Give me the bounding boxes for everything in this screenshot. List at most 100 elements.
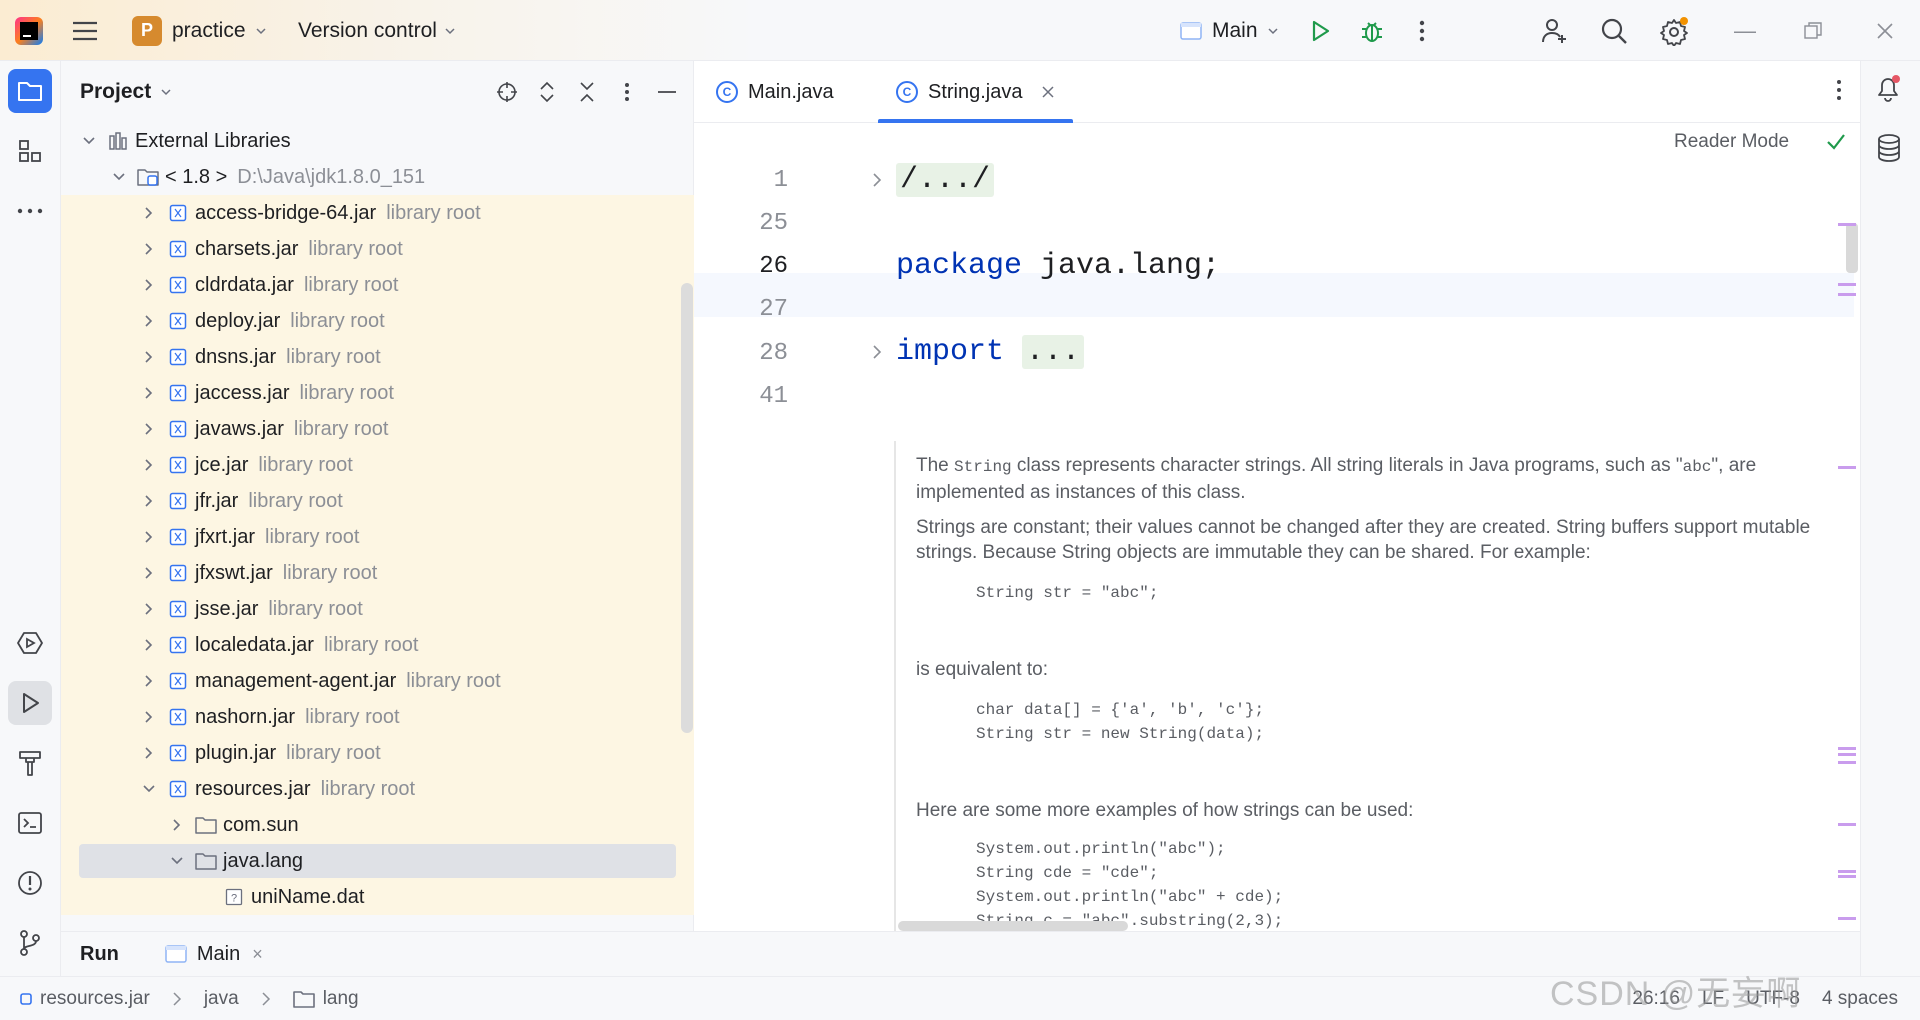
settings-button[interactable]: [1654, 0, 1694, 61]
run-button[interactable]: [1300, 0, 1340, 61]
project-selector[interactable]: P practice: [132, 0, 266, 61]
chevron-down-icon[interactable]: [79, 131, 99, 151]
stripe-mark[interactable]: [1838, 870, 1856, 873]
tree-node[interactable]: java.lang: [61, 843, 694, 879]
code-line-1[interactable]: /.../: [896, 163, 995, 197]
fold-expand-icon[interactable]: [870, 173, 884, 187]
run-configuration-selector[interactable]: Main: [1180, 0, 1278, 61]
tree-node[interactable]: ? uniName.dat: [61, 879, 694, 915]
run-tab-main[interactable]: Main: [165, 943, 240, 966]
tree-node[interactable]: External Libraries: [61, 123, 694, 159]
chevron-right-icon[interactable]: [139, 347, 159, 367]
chevron-down-icon[interactable]: [109, 167, 129, 187]
close-tab-icon[interactable]: [1041, 85, 1055, 99]
add-user-button[interactable]: [1535, 0, 1575, 61]
tree-node[interactable]: jfr.jar library root: [61, 483, 694, 519]
chevron-right-icon[interactable]: [139, 239, 159, 259]
notifications-button[interactable]: [1873, 73, 1903, 108]
main-menu-icon[interactable]: [72, 0, 102, 61]
fold-expand-icon[interactable]: [870, 345, 884, 359]
tree-node[interactable]: dnsns.jar library root: [61, 339, 694, 375]
folded-imports[interactable]: ...: [1022, 335, 1085, 369]
chevron-right-icon[interactable]: [139, 671, 159, 691]
stripe-mark[interactable]: [1838, 761, 1856, 764]
problems-tool-button[interactable]: [8, 861, 52, 905]
tree-node[interactable]: jfxswt.jar library root: [61, 555, 694, 591]
services-tool-button[interactable]: [8, 621, 52, 665]
tree-node[interactable]: < 1.8 > D:\Java\jdk1.8.0_151: [61, 159, 694, 195]
restore-button[interactable]: [1788, 0, 1838, 61]
folded-comment[interactable]: /.../: [896, 163, 995, 197]
version-control-menu[interactable]: Version control: [298, 0, 455, 61]
reader-mode-toggle[interactable]: Reader Mode: [1674, 131, 1789, 153]
vertical-scrollbar[interactable]: [1846, 223, 1858, 273]
close-run-tab-icon[interactable]: ×: [252, 944, 263, 965]
stripe-mark[interactable]: [1838, 875, 1856, 878]
chevron-right-icon[interactable]: [139, 599, 159, 619]
tree-node[interactable]: resources.jar library root: [61, 771, 694, 807]
search-button[interactable]: [1594, 0, 1634, 61]
tree-node[interactable]: jsse.jar library root: [61, 591, 694, 627]
chevron-right-icon[interactable]: [139, 383, 159, 403]
chevron-right-icon[interactable]: [139, 635, 159, 655]
chevron-right-icon[interactable]: [139, 527, 159, 547]
run-title[interactable]: Run: [80, 943, 119, 966]
tree-node[interactable]: jfxrt.jar library root: [61, 519, 694, 555]
stripe-mark[interactable]: [1838, 747, 1856, 750]
chevron-right-icon[interactable]: [139, 275, 159, 295]
code-line-28[interactable]: import ...: [896, 335, 1085, 369]
git-tool-button[interactable]: [8, 921, 52, 965]
tab-main-java[interactable]: C Main.java: [716, 61, 834, 123]
collapse-all-button[interactable]: [574, 79, 600, 105]
structure-tool-button[interactable]: [8, 129, 52, 173]
chevron-right-icon[interactable]: [139, 707, 159, 727]
stripe-mark[interactable]: [1838, 466, 1856, 469]
tree-node[interactable]: com.sun: [61, 807, 694, 843]
chevron-right-icon[interactable]: [139, 491, 159, 511]
more-actions-button[interactable]: [1402, 0, 1442, 61]
expand-all-button[interactable]: [534, 79, 560, 105]
chevron-right-icon[interactable]: [139, 311, 159, 331]
breadcrumb-item[interactable]: lang: [292, 988, 359, 1010]
debug-button[interactable]: [1352, 0, 1392, 61]
database-tool-button[interactable]: [1875, 133, 1903, 168]
breadcrumb-item[interactable]: java: [204, 988, 239, 1010]
indent-setting[interactable]: 4 spaces: [1822, 988, 1898, 1010]
stripe-mark[interactable]: [1838, 917, 1856, 920]
select-opened-file-button[interactable]: [494, 79, 520, 105]
chevron-right-icon[interactable]: [167, 815, 187, 835]
more-tools-button[interactable]: [8, 189, 52, 233]
chevron-down-icon[interactable]: [167, 851, 187, 871]
tree-node[interactable]: nashorn.jar library root: [61, 699, 694, 735]
tree-node[interactable]: management-agent.jar library root: [61, 663, 694, 699]
tree-node[interactable]: deploy.jar library root: [61, 303, 694, 339]
chevron-right-icon[interactable]: [139, 203, 159, 223]
tree-node[interactable]: charsets.jar library root: [61, 231, 694, 267]
tab-string-java[interactable]: C String.java: [878, 61, 1072, 123]
tree-node[interactable]: localedata.jar library root: [61, 627, 694, 663]
app-logo-icon[interactable]: [14, 0, 48, 61]
tree-node[interactable]: cldrdata.jar library root: [61, 267, 694, 303]
tree-node[interactable]: plugin.jar library root: [61, 735, 694, 771]
run-tool-button[interactable]: [8, 681, 52, 725]
tree-node[interactable]: jaccess.jar library root: [61, 375, 694, 411]
stripe-mark[interactable]: [1838, 223, 1856, 226]
chevron-down-icon[interactable]: [139, 779, 159, 799]
panel-options-button[interactable]: [614, 79, 640, 105]
build-tool-button[interactable]: [8, 741, 52, 785]
tabs-options-button[interactable]: [1836, 79, 1842, 106]
code-line-26[interactable]: package java.lang;: [896, 249, 1220, 283]
chevron-right-icon[interactable]: [139, 563, 159, 583]
horizontal-scrollbar[interactable]: [898, 921, 1128, 931]
chevron-right-icon[interactable]: [139, 743, 159, 763]
tree-node[interactable]: javaws.jar library root: [61, 411, 694, 447]
chevron-right-icon[interactable]: [139, 419, 159, 439]
stripe-mark[interactable]: [1838, 293, 1856, 296]
stripe-mark[interactable]: [1838, 753, 1856, 756]
tree-node[interactable]: jce.jar library root: [61, 447, 694, 483]
hide-panel-button[interactable]: [654, 79, 680, 105]
stripe-mark[interactable]: [1838, 823, 1856, 826]
minimize-button[interactable]: —: [1720, 0, 1770, 61]
tree-scrollbar[interactable]: [681, 283, 693, 733]
chevron-right-icon[interactable]: [139, 455, 159, 475]
